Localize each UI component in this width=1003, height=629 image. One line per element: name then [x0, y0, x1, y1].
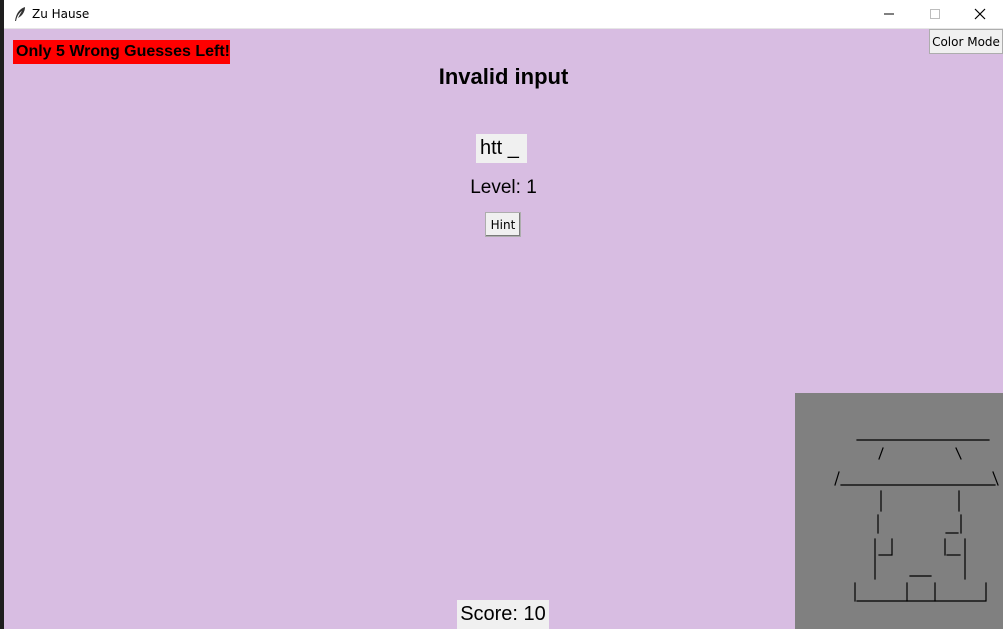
game-area: Only 5 Wrong Guesses Left! Color Mode In…: [4, 29, 1003, 629]
status-message: Invalid input: [438, 64, 569, 89]
level-label: Level: 1: [470, 177, 537, 198]
minimize-button[interactable]: [866, 0, 912, 28]
hint-button[interactable]: Hint: [485, 212, 521, 237]
close-button[interactable]: [957, 0, 1003, 28]
minimize-icon: [884, 9, 894, 19]
score-label: Score: 10: [457, 600, 549, 629]
feather-icon: [13, 6, 27, 22]
wrong-guesses-warning: Only 5 Wrong Guesses Left!: [13, 40, 230, 64]
hangman-drawing-panel: [795, 393, 1003, 629]
maximize-button[interactable]: [912, 0, 958, 28]
maximize-icon: [930, 9, 940, 19]
window-titlebar[interactable]: Zu Hause: [4, 0, 1003, 29]
hangman-house-drawing: [834, 439, 999, 602]
word-display: htt _: [476, 134, 527, 163]
close-icon: [974, 8, 986, 20]
window-title: Zu Hause: [32, 7, 90, 21]
color-mode-button[interactable]: Color Mode: [929, 29, 1003, 54]
